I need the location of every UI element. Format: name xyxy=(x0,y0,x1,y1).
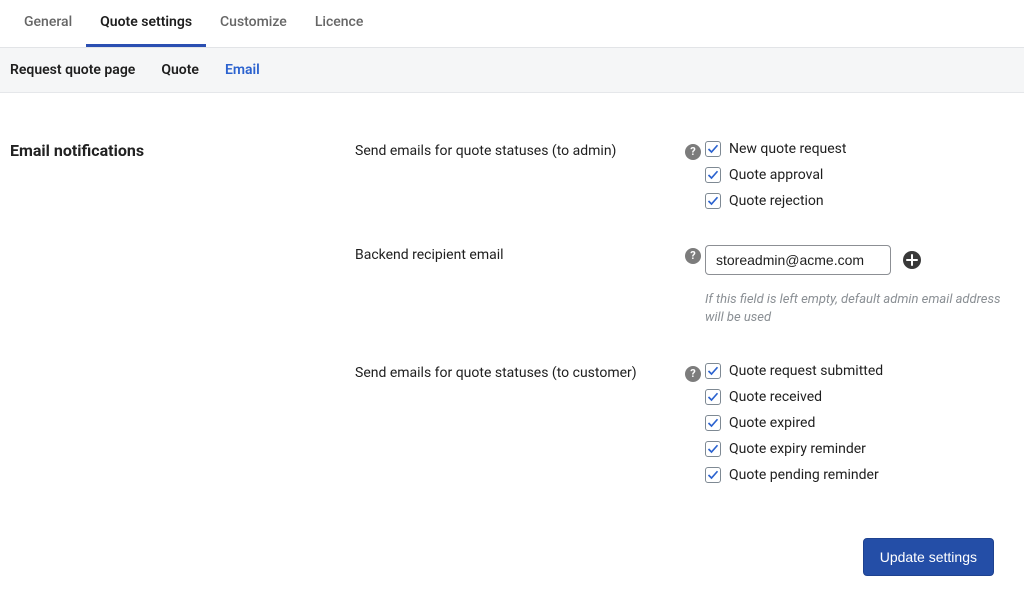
checkbox-icon[interactable] xyxy=(705,193,721,209)
checkbox-icon[interactable] xyxy=(705,389,721,405)
label-backend-recipient: Backend recipient email xyxy=(355,245,685,263)
checkbox-icon[interactable] xyxy=(705,467,721,483)
checkbox-expiry-reminder[interactable]: Quote expiry reminder xyxy=(705,441,1014,457)
checkbox-expired[interactable]: Quote expired xyxy=(705,415,1014,431)
checkbox-quote-approval[interactable]: Quote approval xyxy=(705,167,1014,183)
subnav-quote[interactable]: Quote xyxy=(161,62,199,78)
checkbox-icon[interactable] xyxy=(705,141,721,157)
checkbox-label: Quote pending reminder xyxy=(729,467,879,483)
checkbox-label: Quote expired xyxy=(729,415,815,431)
help-icon[interactable]: ? xyxy=(685,366,701,382)
checkbox-pending-reminder[interactable]: Quote pending reminder xyxy=(705,467,1014,483)
tab-customize[interactable]: Customize xyxy=(206,0,301,47)
checkbox-label: Quote rejection xyxy=(729,193,824,209)
checkbox-icon[interactable] xyxy=(705,167,721,183)
update-settings-button[interactable]: Update settings xyxy=(863,538,994,576)
label-customer-emails: Send emails for quote statuses (to custo… xyxy=(355,363,685,381)
tab-quote-settings[interactable]: Quote settings xyxy=(86,0,206,47)
checkbox-received[interactable]: Quote received xyxy=(705,389,1014,405)
help-icon[interactable]: ? xyxy=(685,248,701,264)
checkbox-label: Quote expiry reminder xyxy=(729,441,866,457)
backend-email-input[interactable] xyxy=(705,245,891,275)
checkbox-icon[interactable] xyxy=(705,363,721,379)
checkbox-icon[interactable] xyxy=(705,415,721,431)
checkbox-label: Quote received xyxy=(729,389,822,405)
tab-general[interactable]: General xyxy=(10,0,86,47)
checkbox-label: New quote request xyxy=(729,141,846,157)
subnav-email[interactable]: Email xyxy=(225,62,260,78)
checkbox-submitted[interactable]: Quote request submitted xyxy=(705,363,1014,379)
subnav-request-quote-page[interactable]: Request quote page xyxy=(10,62,135,78)
tab-licence[interactable]: Licence xyxy=(301,0,378,47)
add-email-button[interactable] xyxy=(903,251,921,269)
section-title: Email notifications xyxy=(10,141,355,209)
recipient-hint: If this field is left empty, default adm… xyxy=(705,291,1014,327)
checkbox-new-quote-request[interactable]: New quote request xyxy=(705,141,1014,157)
checkbox-quote-rejection[interactable]: Quote rejection xyxy=(705,193,1014,209)
content-area: Email notifications Send emails for quot… xyxy=(0,93,1024,503)
top-tabs: General Quote settings Customize Licence xyxy=(0,0,1024,48)
sub-nav: Request quote page Quote Email xyxy=(0,48,1024,93)
checkbox-icon[interactable] xyxy=(705,441,721,457)
checkbox-label: Quote request submitted xyxy=(729,363,883,379)
checkbox-label: Quote approval xyxy=(729,167,823,183)
label-admin-emails: Send emails for quote statuses (to admin… xyxy=(355,141,685,159)
help-icon[interactable]: ? xyxy=(685,144,701,160)
